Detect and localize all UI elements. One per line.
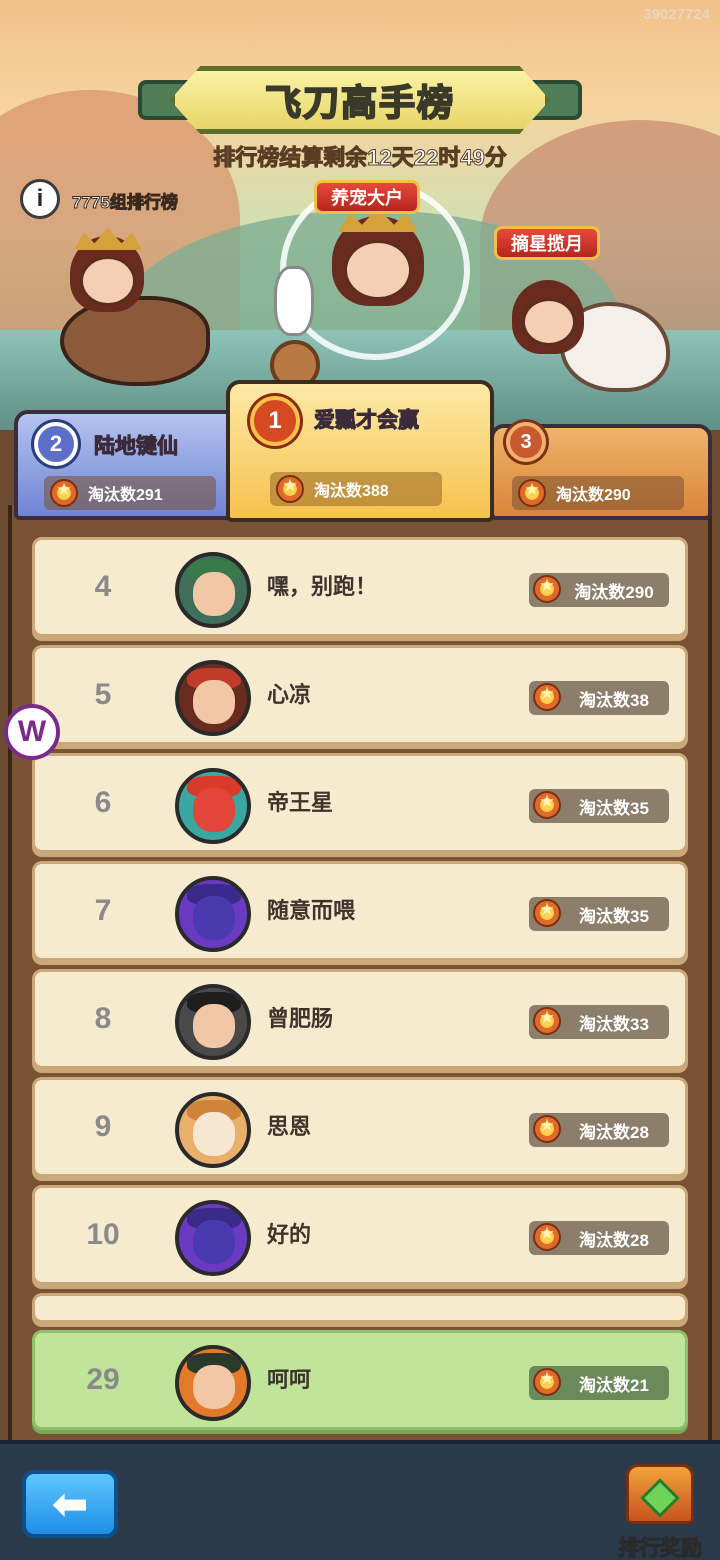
crown [74,228,142,250]
rank-number: 29 [86,1363,120,1396]
face [80,256,136,306]
title-tag-first: 养宠大户 [314,180,420,214]
score-text: 淘汰数290 [574,582,654,602]
list-item[interactable]: 8 曾肥肠 淘汰数33 [32,969,688,1069]
rank-number: 6 [94,786,112,819]
score-text: 淘汰数33 [579,1014,649,1034]
rank-number: 9 [94,1110,112,1143]
list-item[interactable]: 4 嘿，别跑！ 淘汰数290 [32,537,688,637]
score-text: 淘汰数388 [314,483,389,500]
list-item-partial[interactable] [32,1293,688,1323]
list-item[interactable]: 5 心凉 淘汰数38 [32,645,688,745]
avatar[interactable] [175,984,251,1060]
list-item[interactable]: 10 好的 淘汰数28 [32,1185,688,1285]
rank-number: 5 [94,678,112,711]
avatar[interactable] [175,876,251,952]
avatar[interactable] [175,1092,251,1168]
list-item[interactable]: 6 帝王星 淘汰数35 [32,753,688,853]
star-medal-icon [533,1115,561,1143]
star-medal-icon [533,791,561,819]
score-text: 淘汰数290 [556,487,631,504]
avatar[interactable] [175,768,251,844]
score-badge: 淘汰数35 [529,789,669,823]
score-badge: 淘汰数291 [44,476,216,510]
player-name: 思恩 [267,1114,312,1139]
info-icon[interactable]: i [20,179,60,219]
podium-second[interactable]: 2 陆地键仙 淘汰数291 [14,410,242,520]
score-text: 淘汰数291 [88,487,163,504]
score-badge: 淘汰数35 [529,897,669,931]
score-text: 淘汰数28 [579,1230,649,1250]
player-name: 嘿，别跑！ [267,574,378,599]
score-text: 淘汰数35 [579,906,649,926]
face [522,298,576,346]
back-arrow-icon: ⬅ [51,1479,89,1529]
rabbit-pet [274,266,314,336]
score-badge: 淘汰数290 [512,476,684,510]
player-name: 爱瓢才会赢 [314,409,420,433]
score-badge: 淘汰数21 [529,1366,669,1400]
score-badge: 淘汰数28 [529,1221,669,1255]
star-medal-icon [50,479,78,507]
rank-medal-3: 3 [506,422,546,462]
rank-medal-1: 1 [250,396,300,446]
title-tag-third: 摘星揽月 [494,226,600,260]
avatar[interactable] [175,552,251,628]
second-place-character[interactable] [40,226,220,416]
star-medal-icon [533,1223,561,1251]
star-medal-icon [533,683,561,711]
score-text: 淘汰数21 [579,1375,649,1395]
boar-mount [60,296,210,386]
background-scene: 养宠大户 摘星揽月 [0,0,720,430]
group-label: 7775组排行榜 [72,193,179,213]
list-item[interactable]: 7 随意而喂 淘汰数35 [32,861,688,961]
third-place-character[interactable] [500,262,680,422]
score-badge: 淘汰数28 [529,1113,669,1147]
podium-first[interactable]: 1 爱瓢才会赢 淘汰数388 [226,380,494,522]
score-badge: 淘汰数33 [529,1005,669,1039]
title-banner: 飞刀高手榜 [138,66,582,134]
rank-number: 8 [94,1002,112,1035]
star-medal-icon [276,475,304,503]
player-name: 曾肥肠 [267,1006,334,1031]
title-plate: 飞刀高手榜 [170,66,550,134]
podium: 2 陆地键仙 淘汰数291 3 淘汰数290 1 爱瓢才会赢 淘汰数388 [8,380,712,536]
face [344,240,412,300]
avatar[interactable] [175,1345,251,1421]
player-name: 心凉 [267,682,312,707]
avatar[interactable] [175,1200,251,1276]
player-name: 帝王星 [267,790,334,815]
settlement-countdown: 排行榜结算剩余12天22时49分 [213,145,507,171]
score-badge: 淘汰数38 [529,681,669,715]
my-rank-row[interactable]: 29 呵呵 淘汰数21 [32,1330,688,1430]
player-name: 呵呵 [267,1367,312,1392]
score-text: 淘汰数35 [579,798,649,818]
back-button[interactable]: ⬅ [22,1470,118,1538]
player-name: 随意而喂 [267,898,356,923]
star-medal-icon [533,1368,561,1396]
score-text: 淘汰数38 [579,690,649,710]
podium-third[interactable]: 3 淘汰数290 [490,422,712,520]
star-medal-icon [518,479,546,507]
reward-label: 排行奖励 [618,1537,703,1560]
score-text: 淘汰数28 [579,1122,649,1142]
ranking-reward-button[interactable]: 排行奖励 [612,1462,708,1560]
player-name: 好的 [267,1222,312,1247]
watermark-id: 39027724 [643,6,710,23]
floating-app-logo-icon[interactable]: W [4,704,60,760]
bottom-bar: ⬅ 排行奖励 [0,1440,720,1560]
star-medal-icon [533,899,561,927]
star-medal-icon [533,1007,561,1035]
score-badge: 淘汰数290 [529,573,669,607]
rank-number: 7 [94,894,112,927]
rank-number: 10 [86,1218,120,1251]
player-name: 陆地键仙 [94,435,179,459]
star-medal-icon [533,575,561,603]
rank-number: 4 [94,570,112,603]
score-badge: 淘汰数388 [270,472,442,506]
list-item[interactable]: 9 思恩 淘汰数28 [32,1077,688,1177]
avatar[interactable] [175,660,251,736]
page-title: 飞刀高手榜 [264,81,455,124]
rank-medal-2: 2 [34,422,78,466]
